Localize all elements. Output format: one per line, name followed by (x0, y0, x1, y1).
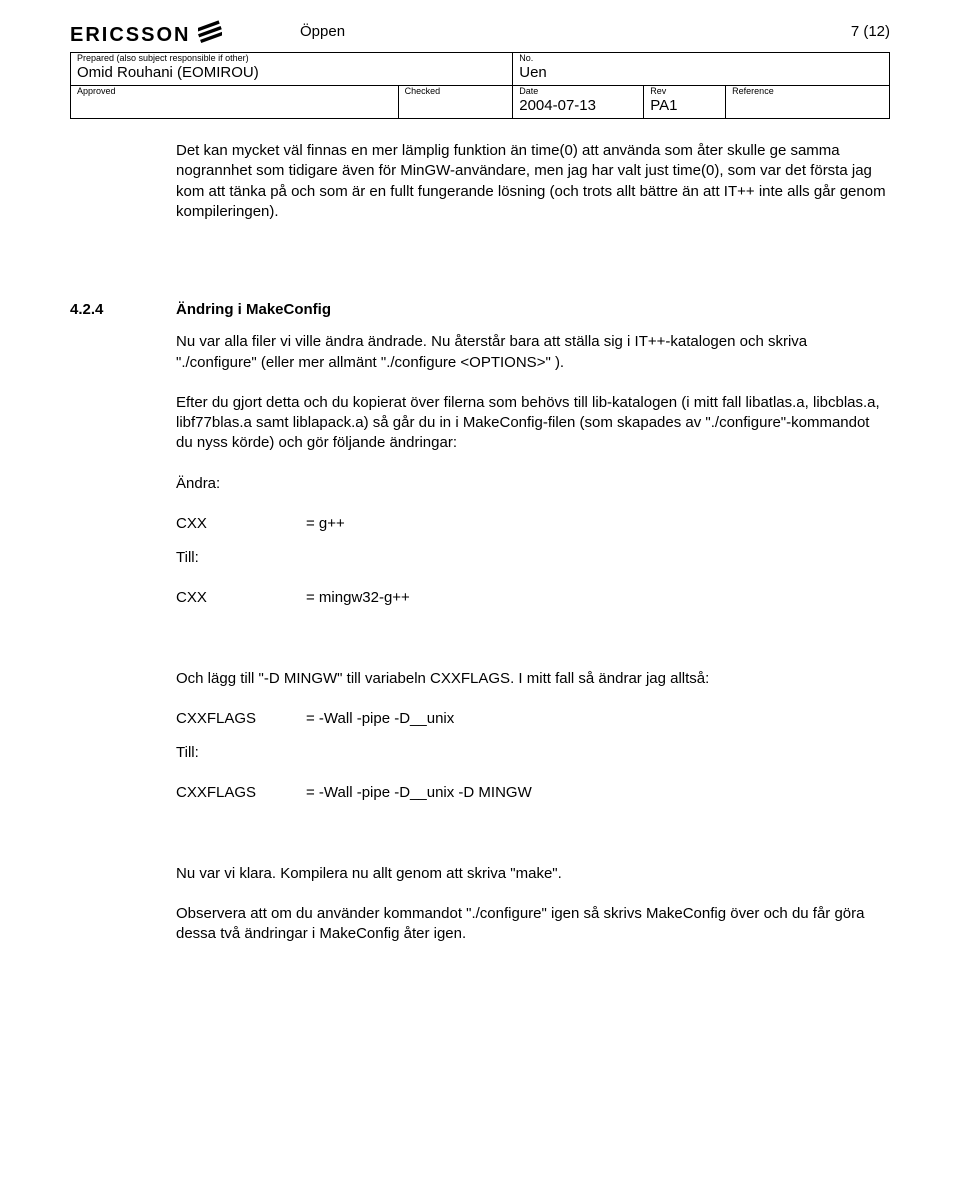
cxxflags-row-2: CXXFLAGS = -Wall -pipe -D__unix -D MINGW (176, 783, 890, 803)
cxxflags-key-1: CXXFLAGS (176, 709, 306, 729)
section-title: Ändring i MakeConfig (176, 300, 331, 320)
cxx-key-2: CXX (176, 588, 306, 608)
cxxflags-key-2: CXXFLAGS (176, 783, 306, 803)
rev-value: PA1 (650, 97, 677, 114)
prepared-value: Omid Rouhani (EOMIROU) (77, 64, 259, 81)
paragraph-5: Observera att om du använder kommandot "… (176, 904, 890, 945)
date-value: 2004-07-13 (519, 97, 596, 114)
cxx-row-2: CXX = mingw32-g++ (176, 588, 890, 608)
document-header: ERICSSON Öppen 7 (12) (70, 20, 890, 50)
paragraph-3: Och lägg till "-D MINGW" till variabeln … (176, 669, 890, 689)
andra-label: Ändra: (176, 474, 890, 494)
no-value: Uen (519, 64, 547, 81)
ericsson-stripes-icon (198, 20, 222, 50)
till-label-1: Till: (176, 548, 890, 568)
prepared-label: Prepared (also subject responsible if ot… (77, 54, 506, 64)
reference-label: Reference (732, 87, 883, 97)
cxx-val-2: = mingw32-g++ (306, 588, 410, 608)
section-number: 4.2.4 (70, 300, 176, 320)
till-label-2: Till: (176, 743, 890, 763)
document-meta-table: Prepared (also subject responsible if ot… (70, 52, 890, 119)
ericsson-logo-text: ERICSSON (70, 22, 190, 49)
rev-label: Rev (650, 87, 719, 97)
classification-label: Öppen (300, 20, 810, 42)
logo-block: ERICSSON (70, 20, 300, 50)
paragraph-2: Efter du gjort detta och du kopierat öve… (176, 393, 890, 454)
section-heading-row: 4.2.4 Ändring i MakeConfig (70, 300, 890, 320)
paragraph-4: Nu var vi klara. Kompilera nu allt genom… (176, 864, 890, 884)
paragraph-1: Nu var alla filer vi ville ändra ändrade… (176, 332, 890, 373)
cxx-val-1: = g++ (306, 514, 345, 534)
cxx-key-1: CXX (176, 514, 306, 534)
date-label: Date (519, 87, 637, 97)
cxxflags-row-1: CXXFLAGS = -Wall -pipe -D__unix (176, 709, 890, 729)
document-body: Det kan mycket väl finnas en mer lämplig… (176, 141, 890, 944)
page-number: 7 (12) (810, 20, 890, 42)
cxx-row-1: CXX = g++ (176, 514, 890, 534)
cxxflags-val-2: = -Wall -pipe -D__unix -D MINGW (306, 783, 532, 803)
no-label: No. (519, 54, 883, 64)
cxxflags-val-1: = -Wall -pipe -D__unix (306, 709, 454, 729)
approved-label: Approved (77, 87, 392, 97)
checked-label: Checked (405, 87, 507, 97)
intro-paragraph: Det kan mycket väl finnas en mer lämplig… (176, 141, 890, 222)
